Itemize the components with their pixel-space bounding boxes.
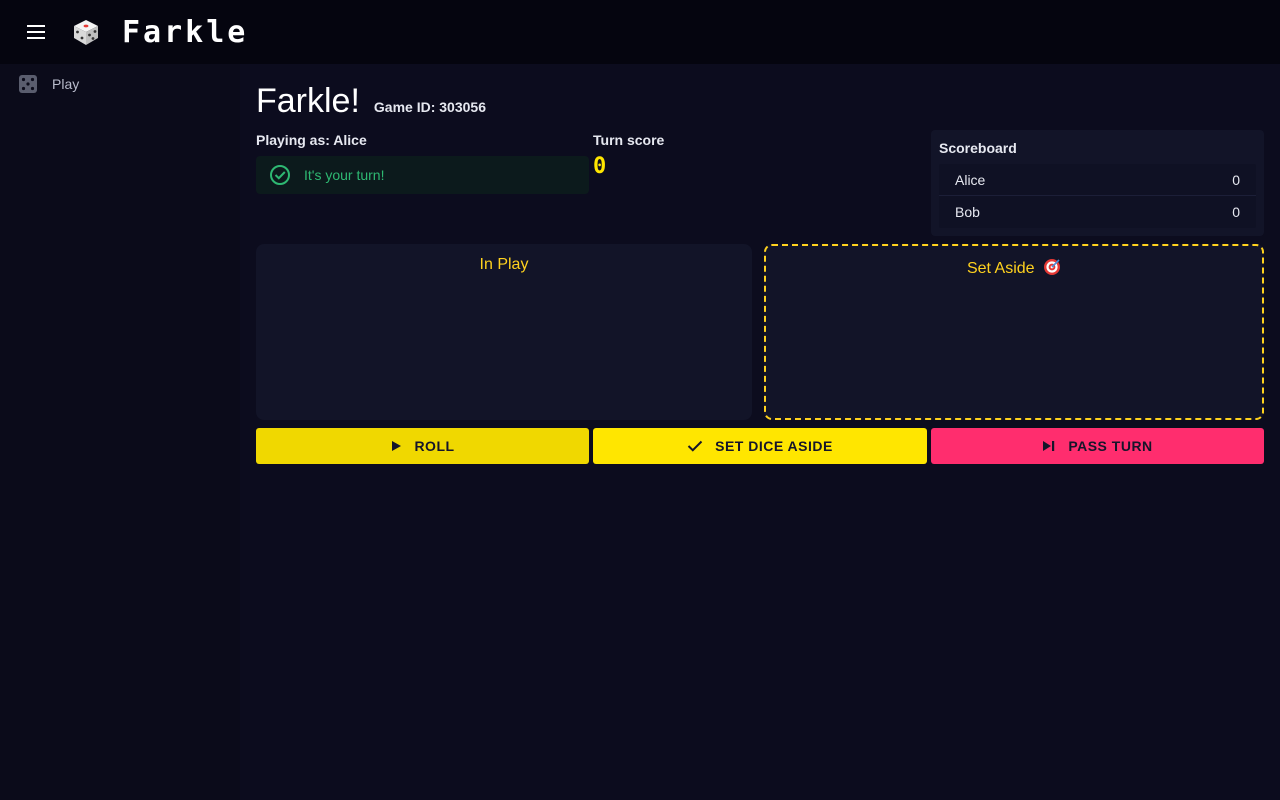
page-title: Farkle! bbox=[256, 82, 360, 120]
turn-message: It's your turn! bbox=[304, 167, 385, 183]
skip-next-icon bbox=[1043, 441, 1055, 451]
sidebar: Play bbox=[0, 64, 240, 800]
scoreboard: Scoreboard Alice 0 Bob 0 bbox=[931, 130, 1264, 236]
checkmark-icon bbox=[687, 440, 703, 452]
dice-icon bbox=[74, 20, 98, 45]
title-row: Farkle! Game ID: 303056 bbox=[256, 82, 486, 121]
sidebar-item-label: Play bbox=[52, 76, 80, 92]
player-score-cell: 0 bbox=[1232, 204, 1240, 220]
turn-score-label: Turn score bbox=[593, 132, 665, 148]
player-name: Alice bbox=[333, 132, 367, 148]
turn-alert: It's your turn! bbox=[256, 156, 589, 194]
turn-score-value: 0 bbox=[593, 154, 608, 179]
set-aside-label: Set Aside bbox=[966, 260, 1035, 277]
target-icon bbox=[1044, 259, 1061, 275]
hamburger-menu-icon[interactable] bbox=[24, 20, 48, 44]
main-content: Farkle! Game ID: 303056 Playing as: Alic… bbox=[240, 64, 1280, 800]
set-aside-header: Set Aside bbox=[766, 258, 1262, 278]
player-score-cell: 0 bbox=[1232, 171, 1240, 188]
pass-turn-label: PASS TURN bbox=[1068, 438, 1153, 454]
set-aside-zone[interactable]: Set Aside bbox=[764, 244, 1264, 420]
score-table: Alice 0 Bob 0 bbox=[939, 164, 1256, 228]
roll-button[interactable]: ROLL bbox=[256, 428, 589, 464]
in-play-label: In Play bbox=[479, 256, 529, 273]
app-title: Farkle bbox=[122, 14, 249, 50]
player-name-cell: Bob bbox=[955, 204, 980, 220]
scoreboard-title: Scoreboard bbox=[939, 140, 1017, 156]
table-row: Alice 0 bbox=[939, 164, 1256, 196]
set-dice-aside-label: SET DICE ASIDE bbox=[715, 438, 833, 454]
roll-button-label: ROLL bbox=[414, 438, 455, 454]
check-circle-icon bbox=[270, 165, 290, 185]
play-icon bbox=[392, 441, 402, 451]
player-name-cell: Alice bbox=[955, 171, 986, 188]
app-bar: Farkle bbox=[0, 0, 1280, 64]
playing-as-prefix: Playing as: bbox=[256, 132, 334, 148]
set-dice-aside-button[interactable]: SET DICE ASIDE bbox=[593, 428, 927, 464]
dice-five-icon bbox=[19, 75, 37, 93]
table-row: Bob 0 bbox=[939, 196, 1256, 228]
playing-as: Playing as: Alice bbox=[256, 132, 367, 148]
pass-turn-button[interactable]: PASS TURN bbox=[931, 428, 1264, 464]
in-play-zone[interactable]: In Play bbox=[256, 244, 752, 420]
game-id: Game ID: 303056 bbox=[373, 99, 486, 115]
sidebar-item-play[interactable]: Play bbox=[0, 64, 240, 104]
